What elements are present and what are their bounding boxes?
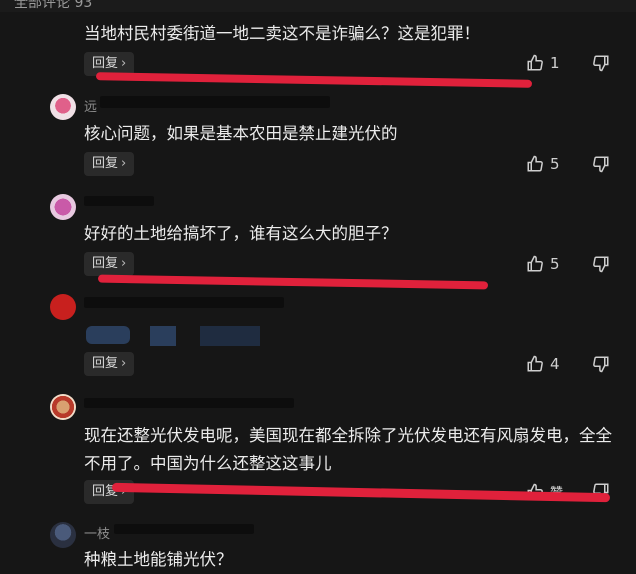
avatar[interactable] bbox=[50, 194, 76, 220]
comment-text: 核心问题，如果是基本农田是禁止建光伏的 bbox=[84, 124, 398, 143]
avatar[interactable] bbox=[50, 94, 76, 120]
thumbs-down-icon bbox=[593, 256, 609, 273]
redacted-username bbox=[114, 524, 254, 534]
reply-label: 回复 bbox=[92, 256, 119, 271]
redacted-content bbox=[86, 326, 130, 344]
thumbs-up-icon bbox=[527, 255, 543, 272]
comments-header: 全部评论 93 bbox=[0, 0, 636, 12]
avatar[interactable] bbox=[50, 522, 76, 548]
like-button[interactable]: 5 bbox=[526, 155, 560, 173]
chevron-right-icon: › bbox=[121, 156, 127, 171]
red-underline-mark bbox=[95, 72, 533, 88]
dislike-button[interactable] bbox=[592, 255, 610, 277]
redacted-username bbox=[84, 196, 154, 206]
dislike-button[interactable] bbox=[592, 54, 610, 76]
username[interactable]: 远 bbox=[84, 96, 97, 115]
like-button[interactable]: 1 bbox=[526, 54, 560, 72]
username[interactable]: 一枝 bbox=[84, 523, 110, 542]
redacted-content bbox=[150, 326, 176, 346]
red-underline-mark bbox=[97, 274, 489, 290]
thumbs-up-icon bbox=[527, 155, 543, 172]
thumbs-down-icon bbox=[593, 356, 609, 373]
reply-button[interactable]: 回复 › bbox=[84, 152, 135, 176]
redacted-username bbox=[84, 398, 294, 408]
avatar[interactable] bbox=[50, 394, 76, 420]
comment-text: 好好的土地给搞坏了，谁有这么大的胆子？ bbox=[84, 224, 398, 243]
redacted-username bbox=[100, 96, 330, 108]
like-count: 4 bbox=[550, 355, 560, 373]
thumbs-down-icon bbox=[593, 55, 609, 72]
chevron-right-icon: › bbox=[121, 356, 127, 371]
reply-label: 回复 bbox=[92, 356, 119, 371]
like-button[interactable]: 4 bbox=[526, 355, 560, 373]
comment-text: 种粮土地能铺光伏？ bbox=[84, 550, 233, 569]
thumbs-up-icon bbox=[527, 355, 543, 372]
redacted-username bbox=[84, 297, 284, 308]
comments-header-title: 全部评论 93 bbox=[14, 0, 93, 11]
chevron-right-icon: › bbox=[121, 256, 127, 271]
dislike-button[interactable] bbox=[592, 155, 610, 177]
like-count: 5 bbox=[550, 255, 560, 273]
reply-label: 回复 bbox=[92, 156, 119, 171]
reply-button[interactable]: 回复 › bbox=[84, 252, 135, 276]
dislike-button[interactable] bbox=[592, 355, 610, 377]
like-count: 1 bbox=[550, 54, 560, 72]
like-count: 5 bbox=[550, 155, 560, 173]
thumbs-up-icon bbox=[527, 54, 543, 71]
thumbs-down-icon bbox=[593, 156, 609, 173]
comment-text: 当地村民村委街道一地二卖这不是诈骗么？这是犯罪！ bbox=[84, 24, 480, 43]
comment-text: 现在还整光伏发电呢，美国现在都全拆除了光伏发电还有风扇发电，全全不用了。中国为什… bbox=[84, 426, 612, 473]
like-button[interactable]: 5 bbox=[526, 255, 560, 273]
reply-button[interactable]: 回复 › bbox=[84, 352, 135, 376]
avatar[interactable] bbox=[50, 294, 76, 320]
redacted-content bbox=[200, 326, 260, 346]
